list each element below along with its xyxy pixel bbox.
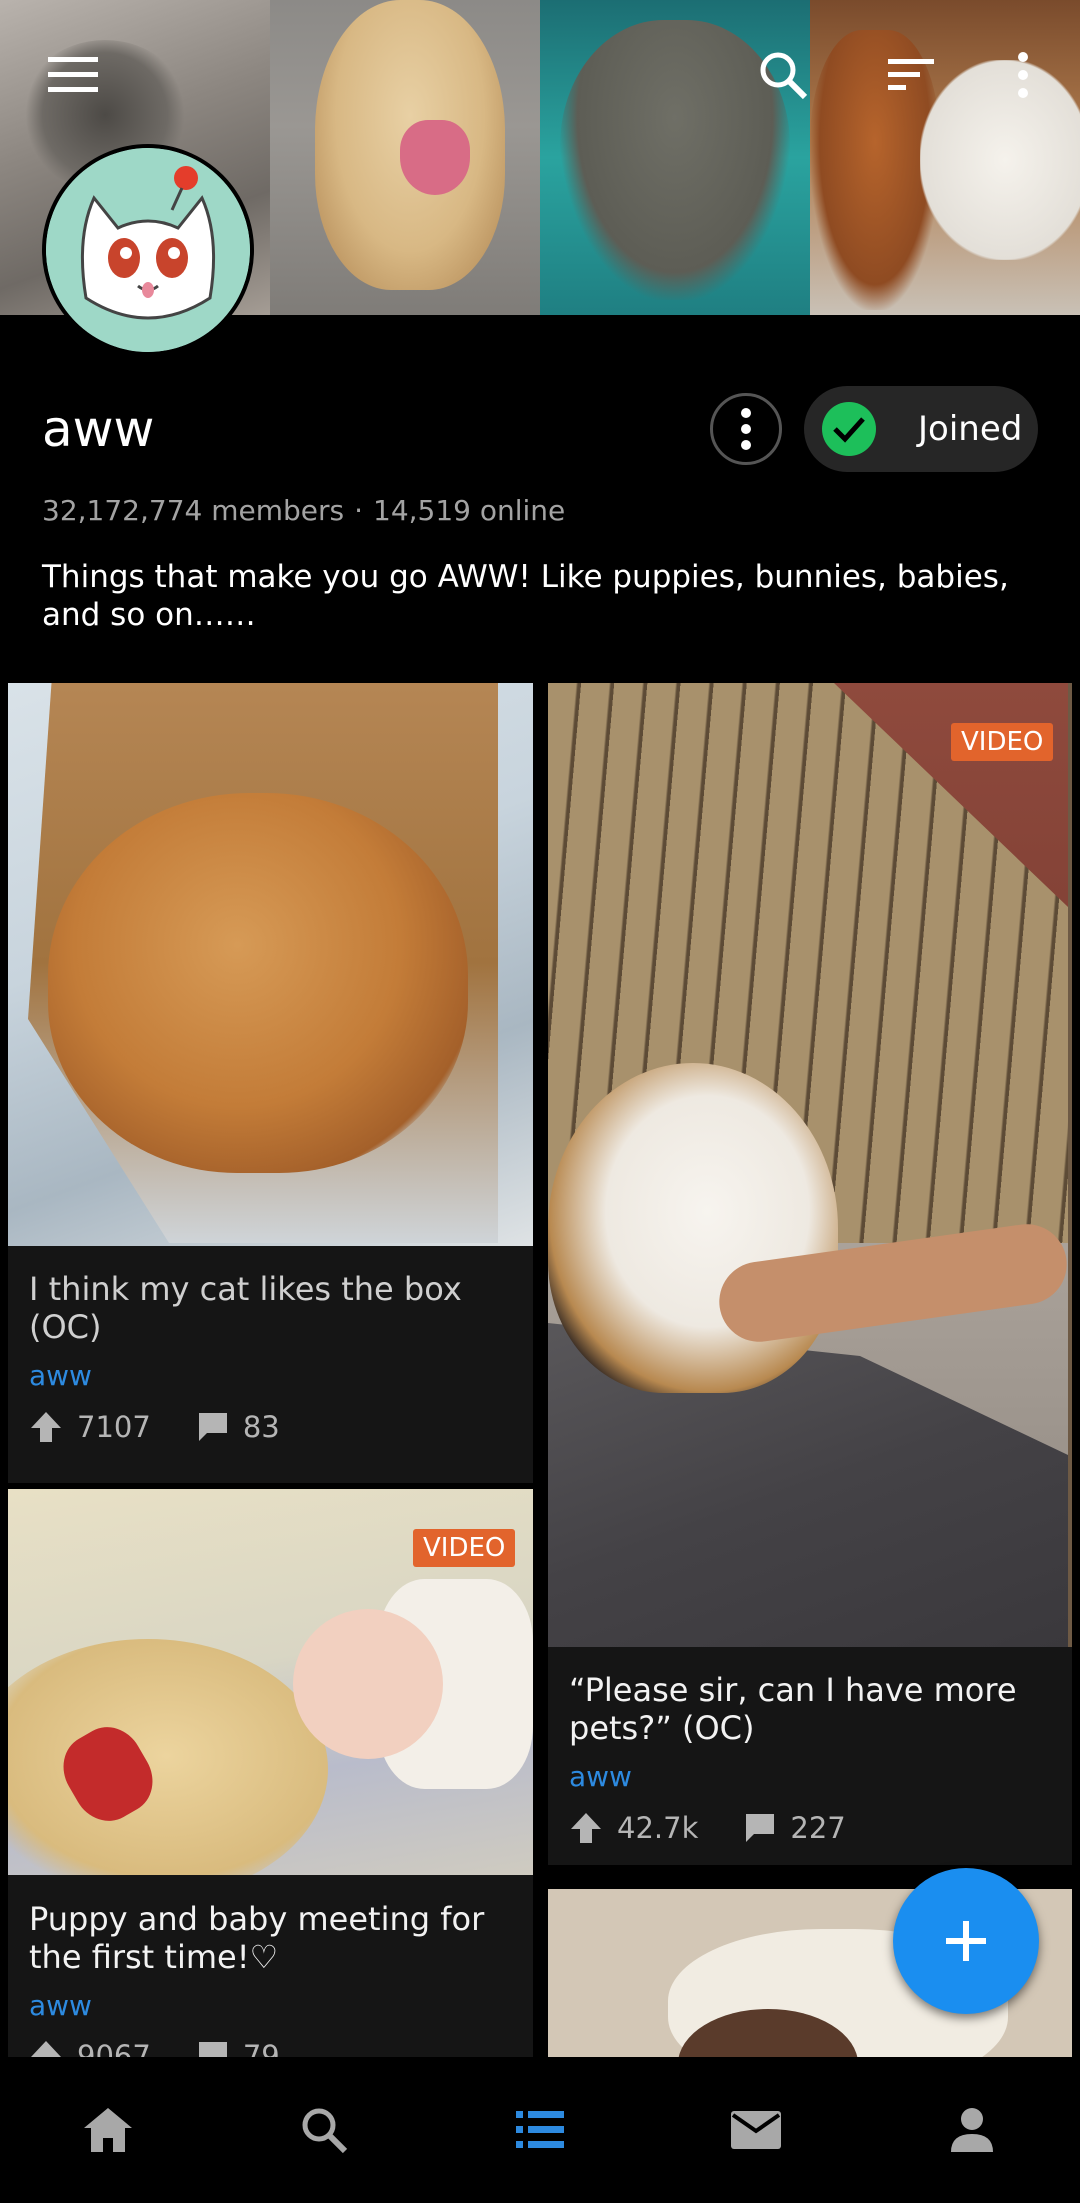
nav-feed[interactable]: [432, 2057, 648, 2203]
comment-count: 227: [790, 1811, 846, 1845]
post-meta: 42.7k 227: [569, 1811, 846, 1845]
comment-icon[interactable]: [744, 1812, 776, 1844]
comment-icon[interactable]: [197, 1411, 229, 1443]
sort-button[interactable]: [876, 40, 946, 110]
joined-button[interactable]: Joined: [804, 386, 1038, 472]
post-subreddit[interactable]: aww: [29, 1359, 92, 1392]
subreddit-name: aww: [42, 400, 155, 458]
mail-icon: [731, 2111, 781, 2149]
post-subreddit[interactable]: aww: [569, 1760, 632, 1793]
online-count: 14,519 online: [373, 494, 566, 527]
plus-icon: [946, 1921, 986, 1961]
check-icon: [822, 402, 876, 456]
joined-label: Joined: [918, 409, 1023, 449]
more-vertical-icon: [741, 408, 751, 450]
menu-icon: [48, 57, 98, 92]
post-card[interactable]: I think my cat likes the box (OC) aww 71…: [8, 683, 533, 1483]
bottom-navigation: [0, 2057, 1080, 2203]
community-avatar: [42, 144, 254, 356]
banner-image-puppy: [270, 0, 540, 315]
upvote-icon[interactable]: [29, 1410, 63, 1444]
upvote-icon[interactable]: [29, 2039, 63, 2057]
comment-count: 79: [242, 2039, 280, 2057]
post-image[interactable]: VIDEO: [548, 683, 1072, 1647]
video-badge: VIDEO: [413, 1529, 516, 1567]
home-icon: [84, 2108, 132, 2152]
profile-icon: [951, 2108, 993, 2152]
comment-icon[interactable]: [197, 2040, 229, 2057]
member-count: 32,172,774 members: [42, 494, 345, 527]
overflow-menu-button[interactable]: [988, 40, 1058, 110]
menu-button[interactable]: [38, 40, 108, 110]
list-icon: [516, 2111, 564, 2148]
community-stats: 32,172,774 members · 14,519 online: [42, 494, 565, 527]
post-image[interactable]: VIDEO: [8, 1489, 533, 1875]
cat-avatar-icon: [46, 148, 250, 352]
upvote-icon[interactable]: [569, 1811, 603, 1845]
post-title[interactable]: I think my cat likes the box (OC): [29, 1270, 509, 1346]
community-options-button[interactable]: [710, 393, 782, 465]
upvote-count: 7107: [77, 1410, 151, 1444]
post-meta: 7107 83: [29, 1410, 280, 1444]
create-post-button[interactable]: [893, 1868, 1039, 2014]
search-icon: [760, 52, 808, 100]
search-button[interactable]: [748, 40, 818, 110]
upvote-count: 42.7k: [617, 1811, 699, 1845]
video-badge: VIDEO: [951, 723, 1054, 761]
nav-profile[interactable]: [864, 2057, 1080, 2203]
sort-icon: [888, 59, 934, 90]
nav-search[interactable]: [216, 2057, 432, 2203]
post-card[interactable]: VIDEO Puppy and baby meeting for the fir…: [8, 1489, 533, 2057]
post-meta: 9067 79: [29, 2039, 280, 2057]
more-vertical-icon: [1018, 52, 1028, 98]
comment-count: 83: [242, 1410, 280, 1444]
stats-separator: ·: [354, 494, 363, 527]
post-image[interactable]: [8, 683, 533, 1246]
post-title[interactable]: “Please sir, can I have more pets?” (OC): [569, 1671, 1049, 1747]
search-icon: [302, 2108, 348, 2154]
upvote-count: 9067: [77, 2039, 151, 2057]
post-title[interactable]: Puppy and baby meeting for the first tim…: [29, 1900, 509, 1976]
post-subreddit[interactable]: aww: [29, 1989, 92, 2022]
community-description: Things that make you go AWW! Like puppie…: [42, 559, 1009, 633]
nav-home[interactable]: [0, 2057, 216, 2203]
nav-inbox[interactable]: [648, 2057, 864, 2203]
post-card[interactable]: VIDEO “Please sir, can I have more pets?…: [548, 683, 1072, 1865]
